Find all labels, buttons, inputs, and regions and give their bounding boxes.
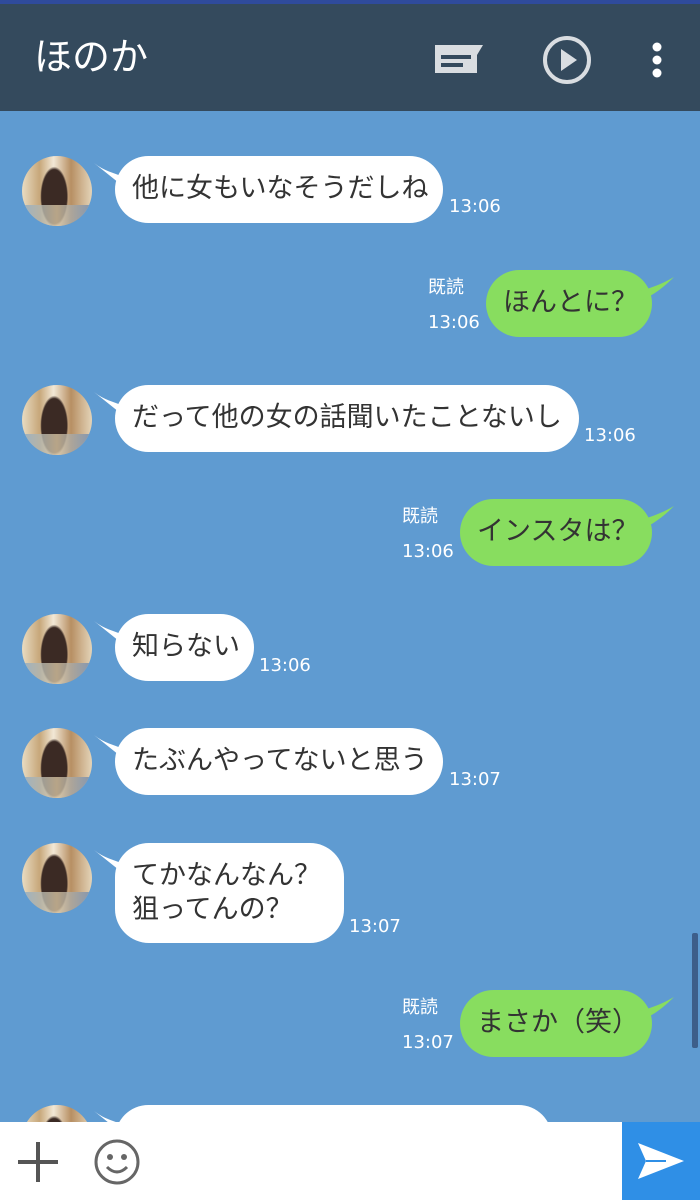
- message-text: ほんとに？: [503, 287, 638, 318]
- message-input[interactable]: [160, 1132, 610, 1190]
- bubble-tail: [640, 506, 674, 530]
- message-text: だって他の女の話聞いたことないし: [132, 402, 562, 433]
- send-icon: [638, 1143, 684, 1179]
- send-button[interactable]: [622, 1122, 700, 1200]
- avatar[interactable]: [22, 614, 92, 684]
- bubble-tail: [640, 997, 674, 1021]
- message-bubble-outgoing[interactable]: インスタは？: [460, 499, 652, 566]
- read-receipt: 既読: [402, 506, 438, 527]
- message-text: インスタは？: [477, 516, 639, 547]
- message-list[interactable]: 他に女もいなそうだしね 13:06 既読 13:06 ほんとに？ だって他の女の…: [0, 111, 700, 1122]
- message-input-bar: [0, 1122, 700, 1200]
- message-time: 13:06: [428, 312, 480, 333]
- message-bubble-incoming[interactable]: 知らない: [115, 614, 254, 681]
- read-receipt: 既読: [428, 277, 464, 298]
- message-bubble-incoming[interactable]: [115, 1105, 552, 1122]
- message-bubble-outgoing[interactable]: ほんとに？: [486, 270, 652, 337]
- message-bubble-incoming[interactable]: だって他の女の話聞いたことないし: [115, 385, 579, 452]
- message-bubble-incoming[interactable]: 他に女もいなそうだしね: [115, 156, 443, 223]
- more-vertical-icon[interactable]: [627, 30, 687, 90]
- message-text: たぶんやってないと思う: [132, 745, 428, 776]
- message-time: 13:06: [449, 196, 501, 217]
- chat-bubble-icon[interactable]: [428, 30, 488, 90]
- message-bubble-incoming[interactable]: てかなんなん？ 狙ってんの？: [115, 843, 344, 943]
- message-text: まさか（笑）: [477, 1007, 639, 1038]
- message-time: 13:06: [584, 425, 636, 446]
- message-time: 13:07: [402, 1032, 454, 1053]
- avatar[interactable]: [22, 385, 92, 455]
- message-time: 13:06: [259, 655, 311, 676]
- message-time: 13:07: [349, 916, 401, 937]
- message-text: てかなんなん？: [132, 860, 321, 891]
- play-circle-icon[interactable]: [537, 30, 597, 90]
- avatar[interactable]: [22, 728, 92, 798]
- avatar[interactable]: [22, 1105, 92, 1122]
- avatar[interactable]: [22, 156, 92, 226]
- message-text: 他に女もいなそうだしね: [132, 173, 429, 204]
- read-receipt: 既読: [402, 997, 438, 1018]
- message-time: 13:07: [449, 769, 501, 790]
- plus-icon[interactable]: [16, 1140, 60, 1184]
- scrollbar[interactable]: [692, 933, 698, 1048]
- message-text: 知らない: [132, 631, 240, 662]
- message-bubble-incoming[interactable]: たぶんやってないと思う: [115, 728, 443, 795]
- contact-name: ほのか: [34, 35, 149, 79]
- avatar[interactable]: [22, 843, 92, 913]
- chat-header: ほのか: [0, 4, 700, 111]
- message-bubble-outgoing[interactable]: まさか（笑）: [460, 990, 652, 1057]
- smiley-icon[interactable]: [92, 1137, 142, 1187]
- message-text: 狙ってんの？: [132, 894, 293, 925]
- bubble-tail: [640, 277, 674, 301]
- message-time: 13:06: [402, 541, 454, 562]
